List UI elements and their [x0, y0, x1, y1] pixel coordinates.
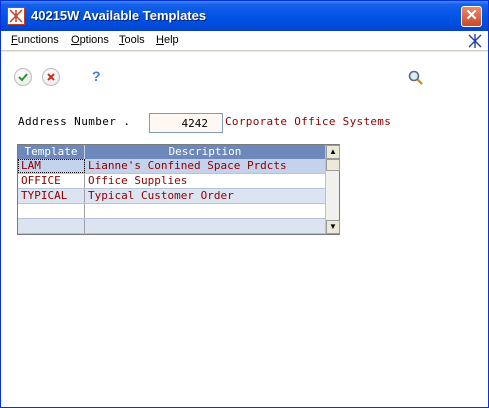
description-cell[interactable]: Office Supplies — [85, 174, 325, 188]
table-row[interactable]: LAM Lianne's Confined Space Prdcts — [18, 159, 325, 174]
menu-options-label: ptions — [79, 34, 109, 46]
cancel-icon — [47, 73, 55, 81]
menu-bar: Functions Options Tools Help — [1, 31, 488, 51]
template-cell[interactable]: TYPICAL — [18, 189, 85, 203]
application-window: 40215W Available Templates ✕ Functions O… — [0, 0, 489, 408]
menu-help-label: elp — [163, 34, 179, 46]
description-cell[interactable]: Lianne's Confined Space Prdcts — [85, 159, 325, 173]
ok-button[interactable] — [14, 68, 32, 86]
template-cell[interactable]: LAM — [18, 159, 85, 173]
title-bar[interactable]: 40215W Available Templates ✕ — [1, 1, 488, 31]
menu-help-mnemonic: H — [156, 34, 164, 46]
jde-logo-icon — [467, 33, 483, 49]
close-button[interactable]: ✕ — [461, 6, 482, 27]
toolbar: ? — [1, 52, 488, 98]
description-cell[interactable] — [85, 204, 325, 218]
address-number-label: Address Number . — [18, 115, 131, 128]
description-cell[interactable] — [85, 219, 325, 233]
magnifier-icon — [408, 70, 423, 85]
table-row[interactable] — [18, 204, 325, 219]
scroll-thumb[interactable] — [326, 159, 340, 171]
description-cell[interactable]: Typical Customer Order — [85, 189, 325, 203]
window-title: 40215W Available Templates — [31, 8, 207, 23]
address-description: Corporate Office Systems — [225, 115, 392, 128]
template-cell[interactable]: OFFICE — [18, 174, 85, 188]
menu-tools-label: ools — [124, 34, 145, 46]
menu-options[interactable]: Options — [71, 34, 109, 46]
column-header-description[interactable]: Description — [85, 145, 325, 159]
column-header-template[interactable]: Template — [18, 145, 85, 159]
menu-functions-mnemonic: F — [11, 34, 18, 46]
app-logo-icon — [7, 7, 25, 25]
help-button[interactable]: ? — [92, 68, 101, 84]
table-row[interactable]: OFFICE Office Supplies — [18, 174, 325, 189]
template-cell[interactable] — [18, 219, 85, 233]
find-button[interactable] — [407, 69, 425, 87]
grid-header: Template Description — [18, 145, 325, 159]
checkmark-icon — [18, 73, 28, 82]
menu-options-mnemonic: O — [71, 34, 80, 46]
form-content: Address Number . 4242 Corporate Office S… — [1, 98, 488, 407]
grid-vertical-scrollbar[interactable]: ▲ ▼ — [325, 145, 340, 234]
table-row[interactable] — [18, 219, 325, 234]
table-row[interactable]: TYPICAL Typical Customer Order — [18, 189, 325, 204]
cancel-button[interactable] — [42, 68, 60, 86]
menu-functions-label: unctions — [17, 34, 59, 46]
templates-grid: Template Description LAM Lianne's Confin… — [17, 144, 340, 235]
scroll-down-arrow-icon[interactable]: ▼ — [326, 220, 340, 234]
address-number-input[interactable]: 4242 — [149, 113, 223, 133]
menu-functions[interactable]: Functions — [11, 34, 59, 46]
template-cell[interactable] — [18, 204, 85, 218]
menu-help[interactable]: Help — [156, 34, 179, 46]
scroll-up-arrow-icon[interactable]: ▲ — [326, 145, 340, 159]
menu-tools[interactable]: Tools — [119, 34, 145, 46]
